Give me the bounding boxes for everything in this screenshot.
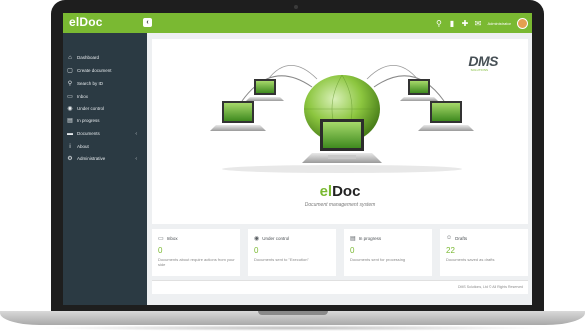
inbox-icon: ▭ (158, 236, 164, 242)
card-title: In progress (358, 236, 382, 241)
chat-icon[interactable]: ✉ (474, 19, 482, 27)
card-header: ☺ Drafts (446, 235, 467, 241)
sidebar-item-label: Inbox (77, 94, 89, 99)
laptop-left-front (210, 101, 266, 131)
card-title: Drafts (455, 235, 468, 241)
laptop-right-back (400, 79, 438, 101)
search-icon: ⚲ (67, 81, 73, 87)
sidebar-item-label: Create document (77, 68, 112, 73)
sidebar-item-label: Under control (77, 106, 105, 111)
hero-title: elDoc (152, 183, 528, 200)
eye-icon: ◉ (254, 236, 260, 242)
network-illustration (210, 64, 474, 173)
sidebar-item-documents[interactable]: ▬ Documents ‹ (63, 128, 147, 139)
floor-shadow (222, 165, 462, 173)
hero-subtitle: Document management system (304, 202, 376, 208)
gears-icon: ⚙ (67, 156, 73, 162)
laptop-frame: elDoc ‹ ⚲ ▮ ✚ ✉ Administrator ⌂ Dashboar… (0, 0, 585, 335)
sidebar-item-dashboard[interactable]: ⌂ Dashboard (63, 52, 147, 63)
sidebar-item-label: In progress (77, 118, 100, 123)
sidebar-item-label: Administrative (77, 156, 106, 161)
hero-title-doc: Doc (332, 183, 361, 200)
folder-icon: ▬ (67, 130, 73, 137)
sidebar-item-inbox[interactable]: ▭ Inbox (63, 91, 147, 102)
card-count: 0 (158, 246, 163, 255)
inbox-icon: ▭ (67, 94, 73, 100)
sidebar-item-label: Dashboard (77, 55, 100, 60)
sidebar-item-in-progress[interactable]: ▤ In progress (63, 115, 147, 126)
chevron-left-icon: ‹ (135, 155, 137, 162)
card-drafts[interactable]: ☺ Drafts 22 Documents saved as drafts (440, 229, 528, 276)
topbar-icons: ⚲ ▮ ✚ ✉ Administrator (435, 16, 528, 30)
hero-banner: DMS SOLUTIONS elDoc Document management … (152, 39, 528, 224)
chevron-left-icon: ‹ (135, 130, 137, 137)
sidebar-item-under-control[interactable]: ◉ Under control (63, 103, 147, 114)
sidebar-collapse-button[interactable]: ‹ (143, 18, 152, 27)
sidebar-item-administrative[interactable]: ⚙ Administrative ‹ (63, 153, 147, 164)
tasks-icon: ▤ (350, 236, 356, 242)
card-inbox[interactable]: ▭ Inbox 0 Documents about require action… (152, 229, 240, 276)
page-footer: DMS Solutions, Ltd © All Rights Reserved (152, 280, 528, 294)
camera-dot (294, 5, 298, 9)
puzzle-icon[interactable]: ✚ (461, 19, 469, 27)
laptop-right-front (418, 101, 474, 131)
card-description: Documents sent for processing (350, 257, 406, 262)
sidebar: ⌂ Dashboard ▢ Create document ⚲ Search b… (63, 33, 147, 305)
card-description: Documents sent to "Execution" (254, 257, 309, 262)
info-icon: i (69, 143, 71, 150)
card-header: ◉ Under control (254, 235, 289, 242)
card-under-control[interactable]: ◉ Under control 0 Documents sent to "Exe… (248, 229, 336, 276)
home-icon: ⌂ (68, 54, 72, 61)
file-icon: ▢ (67, 68, 73, 74)
sidebar-item-about[interactable]: i About (63, 141, 147, 152)
card-header: ▤ In progress (350, 235, 381, 242)
card-description: Documents about require actions from you… (158, 257, 235, 267)
laptop-notch (258, 311, 328, 315)
card-in-progress[interactable]: ▤ In progress 0 Documents sent for proce… (344, 229, 432, 276)
card-title: Under control (262, 236, 290, 241)
footer-text: DMS Solutions, Ltd © All Rights Reserved (457, 285, 523, 289)
card-count: 0 (254, 246, 259, 255)
sidebar-item-label: Documents (77, 131, 100, 136)
app-screen: elDoc ‹ ⚲ ▮ ✚ ✉ Administrator ⌂ Dashboar… (63, 13, 532, 305)
tasks-icon: ▤ (67, 118, 73, 124)
card-count: 0 (350, 246, 355, 255)
avatar[interactable] (517, 17, 528, 29)
eye-icon: ◉ (67, 106, 73, 112)
chevron-left-icon: ‹ (146, 19, 149, 26)
bookmark-icon[interactable]: ▮ (448, 19, 455, 27)
card-count: 22 (446, 246, 455, 255)
search-icon[interactable]: ⚲ (435, 19, 442, 27)
card-title: Inbox (166, 236, 178, 241)
sidebar-item-create-document[interactable]: ▢ Create document (63, 65, 147, 76)
sidebar-item-search-by-id[interactable]: ⚲ Search by ID (63, 78, 147, 89)
user-name[interactable]: Administrator (487, 21, 511, 26)
sidebar-item-label: Search by ID (77, 81, 104, 86)
summary-cards: ▭ Inbox 0 Documents about require action… (152, 229, 528, 276)
laptop-shadow (40, 325, 545, 331)
main-content: DMS SOLUTIONS elDoc Document management … (147, 33, 532, 305)
sidebar-item-label: About (77, 144, 89, 149)
top-bar: elDoc ‹ ⚲ ▮ ✚ ✉ Administrator (63, 13, 532, 33)
card-description: Documents saved as drafts (446, 257, 495, 262)
hero-title-el: el (319, 183, 333, 200)
user-icon: ☺ (446, 235, 453, 241)
card-header: ▭ Inbox (158, 235, 178, 242)
app-logo[interactable]: elDoc (69, 15, 103, 29)
